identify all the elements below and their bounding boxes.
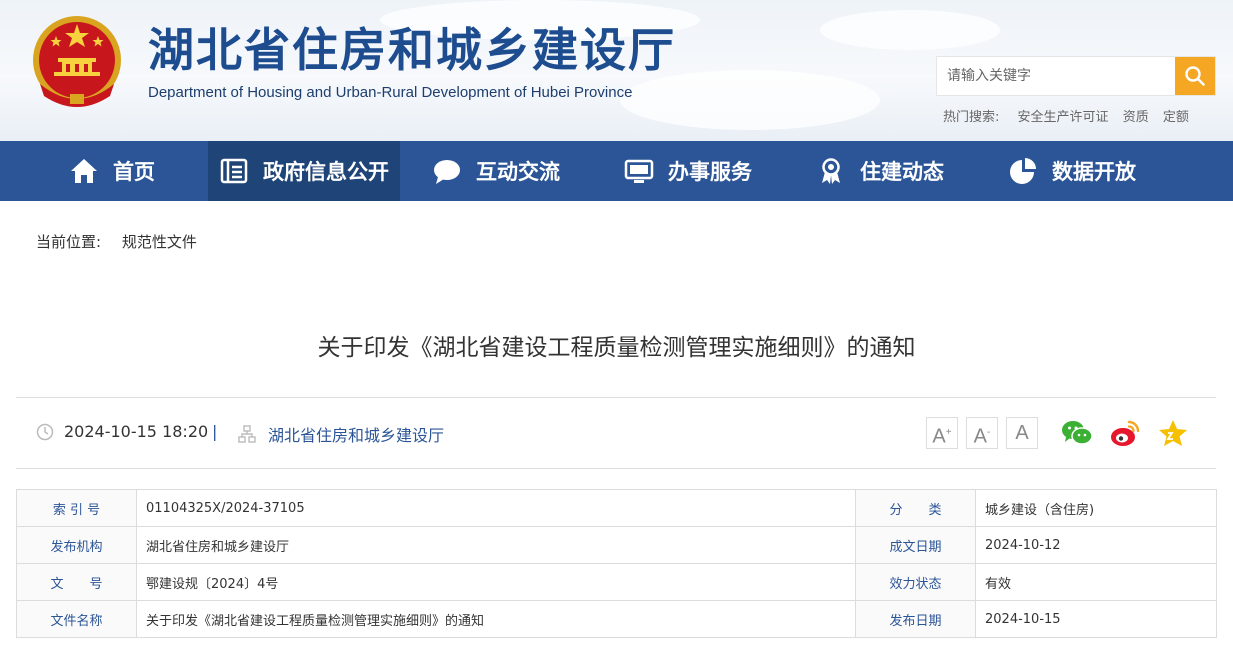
nav-item-home[interactable]: 首页	[16, 141, 208, 201]
nav-item-news[interactable]: 住建动态	[784, 141, 976, 201]
nav-item-interaction[interactable]: 互动交流	[400, 141, 592, 201]
header-cloud	[820, 10, 1000, 50]
table-label-cell: 分 类	[855, 489, 976, 527]
document-list-icon	[220, 158, 248, 184]
table-value-cell: 城乡建设（含住房)	[975, 489, 1217, 527]
chat-bubble-icon	[434, 160, 460, 184]
font-size-decrease-button[interactable]: A-	[966, 417, 998, 449]
table-label-cell: 效力状态	[855, 563, 976, 601]
wechat-icon[interactable]	[1061, 418, 1093, 448]
nav-item-label: 办事服务	[668, 160, 752, 184]
site-title[interactable]: 湖北省住房和城乡建设厅	[148, 22, 676, 78]
table-value-cell: 2024-10-15	[975, 600, 1217, 638]
meta-separator: |	[212, 422, 218, 441]
home-icon	[71, 159, 97, 183]
clock-icon	[36, 423, 54, 440]
article-source: 湖北省住房和城乡建设厅	[238, 422, 444, 446]
table-row: 文件名称 关于印发《湖北省建设工程质量检测管理实施细则》的通知 发布日期 2024-1…	[16, 600, 1217, 638]
table-label-cell: 发布机构	[16, 526, 137, 564]
table-label-cell: 文 号	[16, 563, 137, 601]
site-header: 湖北省住房和城乡建设厅 Department of Housing and Ur…	[0, 0, 1233, 141]
main-nav: 首页 政府信息公开 互动交流 办事服务 住建动态 数据开放	[0, 141, 1233, 201]
table-label-cell: 文件名称	[16, 600, 137, 638]
search-button[interactable]	[1175, 57, 1215, 95]
hot-search-term[interactable]: 定额	[1163, 110, 1189, 125]
table-value-cell: 2024-10-12	[975, 526, 1217, 564]
font-size-increase-button[interactable]: A+	[926, 417, 958, 449]
search-input[interactable]	[937, 57, 1175, 95]
nav-item-gov-info[interactable]: 政府信息公开	[208, 141, 400, 201]
weibo-icon[interactable]	[1109, 418, 1141, 448]
table-value-cell: 01104325X/2024-37105	[136, 489, 856, 527]
search-icon	[1185, 66, 1205, 86]
font-size-label: A	[973, 425, 987, 448]
hot-search-term[interactable]: 资质	[1123, 110, 1149, 125]
publish-time: 2024-10-15 18:20	[36, 422, 208, 441]
nav-item-label: 住建动态	[860, 160, 944, 184]
breadcrumb-link[interactable]: 规范性文件	[122, 233, 197, 251]
source-name: 湖北省住房和城乡建设厅	[268, 426, 445, 445]
font-size-label: A	[932, 425, 946, 448]
nav-item-label: 首页	[113, 160, 155, 184]
table-label-cell: 发布日期	[855, 600, 976, 638]
national-emblem-icon[interactable]	[30, 14, 124, 112]
hot-search-term[interactable]: 安全生产许可证	[1018, 110, 1109, 125]
monitor-icon	[624, 159, 654, 183]
table-row: 发布机构 湖北省住房和城乡建设厅 成文日期 2024-10-12	[16, 526, 1217, 564]
breadcrumb-label: 当前位置:	[36, 233, 102, 251]
table-value-cell: 鄂建设规〔2024〕4号	[136, 563, 856, 601]
breadcrumb: 当前位置: 规范性文件	[36, 231, 197, 252]
article-meta-bar: 2024-10-15 18:20 | 湖北省住房和城乡建设厅 A+ A- A	[16, 397, 1216, 469]
table-value-cell: 有效	[975, 563, 1217, 601]
nav-item-services[interactable]: 办事服务	[592, 141, 784, 201]
publish-datetime: 2024-10-15 18:20	[64, 422, 209, 441]
table-value-cell: 关于印发《湖北省建设工程质量检测管理实施细则》的通知	[136, 600, 856, 638]
nav-item-label: 数据开放	[1052, 160, 1136, 184]
font-size-reset-button[interactable]: A	[1006, 417, 1038, 449]
article-title: 关于印发《湖北省建设工程质量检测管理实施细则》的通知	[317, 335, 916, 361]
site-subtitle: Department of Housing and Urban-Rural De…	[148, 84, 633, 101]
hot-search: 热门搜索: 安全生产许可证 资质 定额	[943, 106, 1199, 125]
search-box	[936, 56, 1216, 96]
pie-chart-icon	[1010, 158, 1036, 184]
table-value-cell: 湖北省住房和城乡建设厅	[136, 526, 856, 564]
table-label-cell: 成文日期	[855, 526, 976, 564]
table-label-cell: 索 引 号	[16, 489, 137, 527]
document-info-table: 索 引 号 01104325X/2024-37105 分 类城乡建设（含住房) 发布机…	[16, 489, 1217, 638]
award-badge-icon	[822, 158, 840, 184]
nav-item-label: 互动交流	[476, 160, 560, 184]
org-structure-icon	[238, 425, 256, 443]
favorite-star-icon[interactable]	[1157, 418, 1189, 448]
table-row: 索 引 号 01104325X/2024-37105 分 类城乡建设（含住房)	[16, 489, 1217, 527]
header-cloud	[620, 70, 880, 130]
nav-item-label: 政府信息公开	[263, 160, 389, 184]
font-size-label: A	[1015, 422, 1029, 444]
nav-item-open-data[interactable]: 数据开放	[976, 141, 1168, 201]
table-row: 文 号鄂建设规〔2024〕4号 效力状态 有效	[16, 563, 1217, 601]
hot-search-label: 热门搜索:	[943, 110, 1000, 125]
